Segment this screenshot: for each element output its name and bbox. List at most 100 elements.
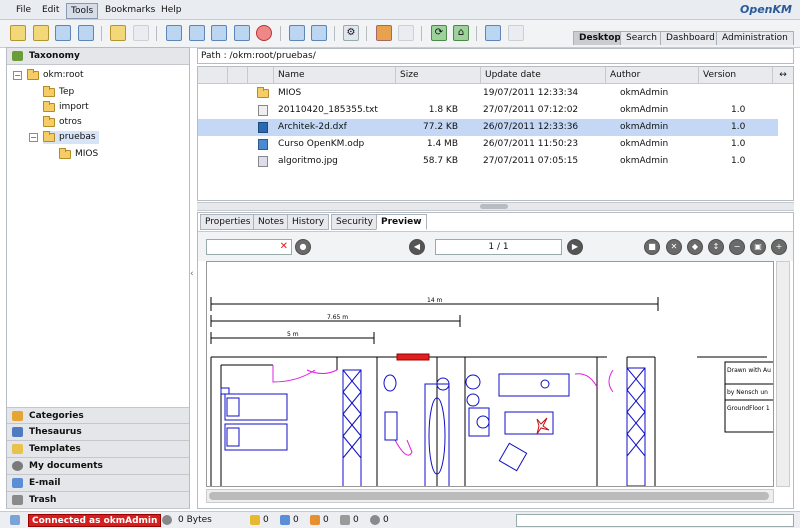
expand-columns-icon[interactable]: ↔: [773, 67, 793, 84]
disk-usage-icon: [162, 515, 172, 525]
remove-property-group-icon[interactable]: [398, 25, 414, 41]
file-browser-table: Name Size Update date Author Version ↔ M…: [197, 66, 794, 201]
find-similar-icon[interactable]: [78, 25, 94, 41]
lock-icon[interactable]: [110, 25, 126, 41]
categories-icon: [12, 411, 23, 421]
taxonomy-header[interactable]: Taxonomy: [7, 48, 189, 65]
scanner-icon[interactable]: [485, 25, 501, 41]
table-row-selected[interactable]: Architek-2d.dxf 77.2 KB 26/07/2011 12:33…: [198, 119, 778, 136]
cancel-checkout-icon[interactable]: [234, 25, 250, 41]
email-header[interactable]: E-mail: [7, 475, 189, 492]
column-header-author[interactable]: Author: [606, 67, 699, 84]
add-property-group-icon[interactable]: [376, 25, 392, 41]
menu-tools[interactable]: Tools: [66, 3, 99, 19]
refresh-icon[interactable]: ⟳: [431, 25, 447, 41]
thesaurus-header[interactable]: Thesaurus: [7, 424, 189, 441]
locked-documents-icon[interactable]: [250, 515, 260, 525]
table-row[interactable]: algoritmo.jpg 58.7 KB 27/07/2011 07:05:1…: [198, 153, 778, 170]
tree-item-import[interactable]: import: [43, 101, 89, 114]
column-header-size[interactable]: Size: [396, 67, 481, 84]
dxf-drawing-preview[interactable]: 14 m 7.65 m 5 m Drawn with Au by Nensch …: [206, 261, 774, 487]
tab-properties[interactable]: Properties: [200, 214, 256, 230]
checkout-icon[interactable]: [189, 25, 205, 41]
tree-item-mios[interactable]: MIOS: [59, 148, 98, 161]
status-bar: Connected as okmAdmin 0 Bytes 0 0 0 0 0: [0, 511, 800, 528]
menu-file[interactable]: File: [12, 3, 35, 19]
checked-out-documents-icon[interactable]: [280, 515, 290, 525]
dimension-label: 14 m: [427, 297, 443, 304]
fit-icon[interactable]: ◆: [687, 239, 703, 255]
news-icon[interactable]: [340, 515, 350, 525]
tab-preview[interactable]: Preview: [376, 214, 427, 230]
vertical-splitter-handle[interactable]: ‹: [190, 260, 196, 286]
preview-search-input[interactable]: ✕: [206, 239, 292, 255]
trash-header[interactable]: Trash: [7, 492, 189, 509]
close-icon[interactable]: ✕: [666, 239, 682, 255]
image-file-icon: [258, 156, 268, 167]
add-document-icon[interactable]: [166, 25, 182, 41]
menu-bookmarks[interactable]: Bookmarks: [101, 3, 159, 19]
stop-icon[interactable]: ■: [644, 239, 660, 255]
create-folder-icon[interactable]: [10, 25, 26, 41]
subscriptions-icon[interactable]: [310, 515, 320, 525]
tab-dashboard[interactable]: Dashboard: [660, 31, 721, 45]
table-row[interactable]: 20110420_185355.txt 1.8 KB 27/07/2011 07…: [198, 102, 778, 119]
table-row[interactable]: Curso OpenKM.odp 1.4 MB 26/07/2011 11:50…: [198, 136, 778, 153]
delete-icon[interactable]: [256, 25, 272, 41]
clear-search-icon[interactable]: ✕: [280, 241, 288, 253]
workflow-gear-icon[interactable]: [370, 515, 380, 525]
zoom-out-icon[interactable]: −: [729, 239, 745, 255]
tree-item-okm-root[interactable]: okm:root: [27, 69, 84, 82]
tab-desktop[interactable]: Desktop: [573, 31, 627, 45]
tab-search[interactable]: Search: [620, 31, 663, 45]
fit-width-icon[interactable]: ↕: [708, 239, 724, 255]
scrollbar-thumb[interactable]: [209, 492, 769, 500]
templates-icon: [12, 444, 23, 454]
status-message-field: [516, 514, 794, 527]
next-page-icon[interactable]: ▶: [567, 239, 583, 255]
column-header-version[interactable]: Version: [699, 67, 773, 84]
splitter-grip-icon: [480, 204, 508, 209]
tree-item-pruebas[interactable]: pruebas: [43, 131, 99, 144]
page-indicator[interactable]: 1 / 1: [435, 239, 562, 255]
categories-header[interactable]: Categories: [7, 407, 189, 424]
column-header-name[interactable]: Name: [274, 67, 396, 84]
title-block-label: GroundFloor 1: [727, 405, 770, 412]
tab-security[interactable]: Security: [331, 214, 378, 230]
my-documents-header[interactable]: My documents: [7, 458, 189, 475]
tree-toggle-root[interactable]: −: [13, 71, 22, 80]
horizontal-scrollbar[interactable]: [206, 489, 774, 503]
find-document-icon[interactable]: [55, 25, 71, 41]
horizontal-splitter[interactable]: [197, 202, 794, 211]
tab-notes[interactable]: Notes: [253, 214, 289, 230]
folder-icon: [43, 101, 55, 112]
trash-icon: [12, 495, 23, 505]
templates-header[interactable]: Templates: [7, 441, 189, 458]
unlock-icon[interactable]: [133, 25, 149, 41]
search-icon[interactable]: ●: [295, 239, 311, 255]
download-icon[interactable]: [289, 25, 305, 41]
tab-administration[interactable]: Administration: [716, 31, 794, 45]
tab-history[interactable]: History: [287, 214, 330, 230]
home-icon[interactable]: ⌂: [453, 25, 469, 41]
tree-item-tep[interactable]: Tep: [43, 86, 74, 99]
folder-open-icon: [43, 131, 55, 142]
download-pdf-icon[interactable]: [311, 25, 327, 41]
column-header-update-date[interactable]: Update date: [481, 67, 606, 84]
zoom-in-icon[interactable]: +: [771, 239, 787, 255]
vertical-scrollbar[interactable]: [776, 261, 790, 487]
checkin-icon[interactable]: [211, 25, 227, 41]
menu-help[interactable]: Help: [157, 3, 186, 19]
menu-edit[interactable]: Edit: [38, 3, 63, 19]
folder-tree: − okm:root Tep import otros − pruebas MI…: [7, 65, 189, 407]
uploader-icon[interactable]: [508, 25, 524, 41]
find-folder-icon[interactable]: [33, 25, 49, 41]
tree-toggle-pruebas[interactable]: −: [29, 133, 38, 142]
menu-bar: File Edit Tools Bookmarks Help OpenKM: [0, 0, 800, 20]
workflow-gear-icon[interactable]: ⚙: [343, 25, 359, 41]
previous-page-icon[interactable]: ◀: [409, 239, 425, 255]
fit-page-icon[interactable]: ▣: [750, 239, 766, 255]
table-row[interactable]: MIOS 19/07/2011 12:33:34 okmAdmin: [198, 85, 778, 102]
tree-item-otros[interactable]: otros: [43, 116, 82, 129]
bytes-used: 0 Bytes: [178, 515, 212, 525]
